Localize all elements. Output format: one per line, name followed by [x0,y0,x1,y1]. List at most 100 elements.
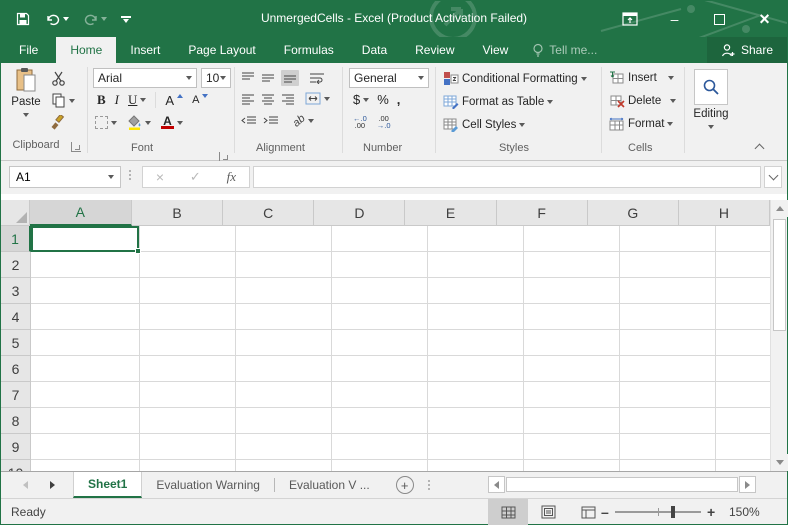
copy-button[interactable] [51,93,75,108]
shrink-font-button[interactable]: A [192,94,208,106]
close-button[interactable]: × [742,1,787,37]
zoom-out-button[interactable]: – [601,504,609,520]
sheet-tab-evaluation-warning[interactable]: Evaluation Warning [142,472,274,498]
tab-data[interactable]: Data [348,37,401,63]
scroll-up-button[interactable] [771,200,788,217]
format-cells-button[interactable]: Format [609,117,673,131]
accounting-format-button[interactable]: $ [353,92,369,107]
tab-review[interactable]: Review [401,37,468,63]
increase-decimal-button[interactable]: ←.0 .00 [353,115,367,129]
decrease-indent-icon[interactable] [241,115,257,127]
row-header-5[interactable]: 5 [1,330,31,356]
column-header-f[interactable]: F [497,200,588,226]
editing-group-button[interactable]: Editing [693,69,729,132]
align-left-icon[interactable] [241,93,255,105]
page-layout-view-button[interactable] [528,499,568,525]
select-all-button[interactable] [1,200,30,226]
fill-handle[interactable] [135,248,141,254]
center-icon[interactable] [261,93,275,105]
column-header-e[interactable]: E [405,200,496,226]
fill-color-button[interactable] [127,115,151,130]
copy-dropdown-caret-icon[interactable] [69,99,75,103]
borders-button[interactable] [95,116,117,129]
row-header-3[interactable]: 3 [1,278,31,304]
normal-view-button[interactable] [488,499,528,525]
increase-indent-icon[interactable] [263,115,279,127]
top-align-icon[interactable] [241,72,255,84]
tab-view[interactable]: View [469,37,523,63]
vertical-scroll-thumb[interactable] [773,219,786,331]
scroll-right-button[interactable] [739,476,756,493]
sheet-bar-divider[interactable] [428,480,430,490]
font-family-combo[interactable]: Arial [93,68,197,88]
selected-cell-a1[interactable] [31,226,139,252]
column-header-d[interactable]: D [314,200,405,226]
borders-caret-icon[interactable] [111,121,117,125]
formula-input[interactable] [253,166,761,188]
share-button[interactable]: Share [707,37,787,63]
comma-style-button[interactable]: , [397,92,401,107]
minimize-button[interactable]: – [652,1,697,37]
horizontal-scroll-thumb[interactable] [506,477,738,492]
bottom-align-button[interactable] [281,70,299,86]
grow-font-button[interactable]: A [165,93,183,108]
row-header-4[interactable]: 4 [1,304,31,330]
ribbon-display-options-button[interactable] [607,1,652,37]
tell-me-box[interactable]: Tell me... [522,37,607,63]
cells-area[interactable] [31,226,770,471]
format-painter-button[interactable] [51,115,66,130]
column-header-c[interactable]: C [223,200,314,226]
insert-function-button[interactable]: fx [227,169,236,185]
align-right-icon[interactable] [281,93,295,105]
tab-insert[interactable]: Insert [116,37,174,63]
tab-home[interactable]: Home [56,37,116,63]
tab-file[interactable]: File [1,37,56,63]
decrease-decimal-button[interactable]: .00 →.0 [377,115,391,129]
merge-center-caret-icon[interactable] [324,97,330,101]
horizontal-scrollbar[interactable] [488,475,774,494]
row-header-2[interactable]: 2 [1,252,31,278]
expand-formula-bar-button[interactable] [764,166,782,188]
new-sheet-button[interactable]: + [396,476,414,494]
name-box[interactable]: A1 [9,166,121,188]
vertical-scrollbar[interactable] [770,200,787,471]
merge-center-button[interactable] [305,92,330,105]
italic-button[interactable]: I [115,92,119,108]
clipboard-dialog-launcher[interactable] [71,142,81,152]
sheet-nav-left-icon[interactable] [23,481,28,489]
maximize-button[interactable] [697,1,742,37]
scroll-left-button[interactable] [488,476,505,493]
insert-cells-button[interactable]: Insert [609,71,674,85]
zoom-level[interactable]: 150% [729,505,760,519]
font-color-button[interactable]: A [161,116,183,129]
column-header-h[interactable]: H [679,200,770,226]
sheet-tab-sheet1[interactable]: Sheet1 [73,472,142,498]
underline-button[interactable]: U [128,92,146,108]
percent-style-button[interactable]: % [377,92,389,107]
row-header-1[interactable]: 1 [1,226,31,252]
sheet-nav-right-icon[interactable] [50,481,55,489]
paste-button[interactable]: Paste [9,67,43,120]
orientation-button[interactable]: ab [293,115,314,127]
number-format-combo[interactable]: General [349,68,429,88]
zoom-slider[interactable] [615,511,701,513]
zoom-in-button[interactable]: + [707,504,715,520]
zoom-slider-thumb[interactable] [671,506,675,518]
collapse-ribbon-button[interactable] [755,144,765,154]
enter-button[interactable]: ✓ [190,169,201,185]
row-header-7[interactable]: 7 [1,382,31,408]
paste-dropdown-caret-icon[interactable] [23,113,29,117]
tab-page-layout[interactable]: Page Layout [174,37,269,63]
row-header-6[interactable]: 6 [1,356,31,382]
accounting-caret-icon[interactable] [363,98,369,102]
font-size-combo[interactable]: 10 [201,68,231,88]
underline-caret-icon[interactable] [140,98,146,102]
cut-button[interactable] [51,71,66,86]
orientation-caret-icon[interactable] [308,119,314,123]
row-header-10[interactable]: 10 [1,460,31,471]
name-box-caret-icon[interactable] [108,175,114,179]
row-header-9[interactable]: 9 [1,434,31,460]
formula-bar-divider[interactable] [129,170,131,180]
tab-formulas[interactable]: Formulas [270,37,348,63]
middle-align-icon[interactable] [261,72,275,84]
